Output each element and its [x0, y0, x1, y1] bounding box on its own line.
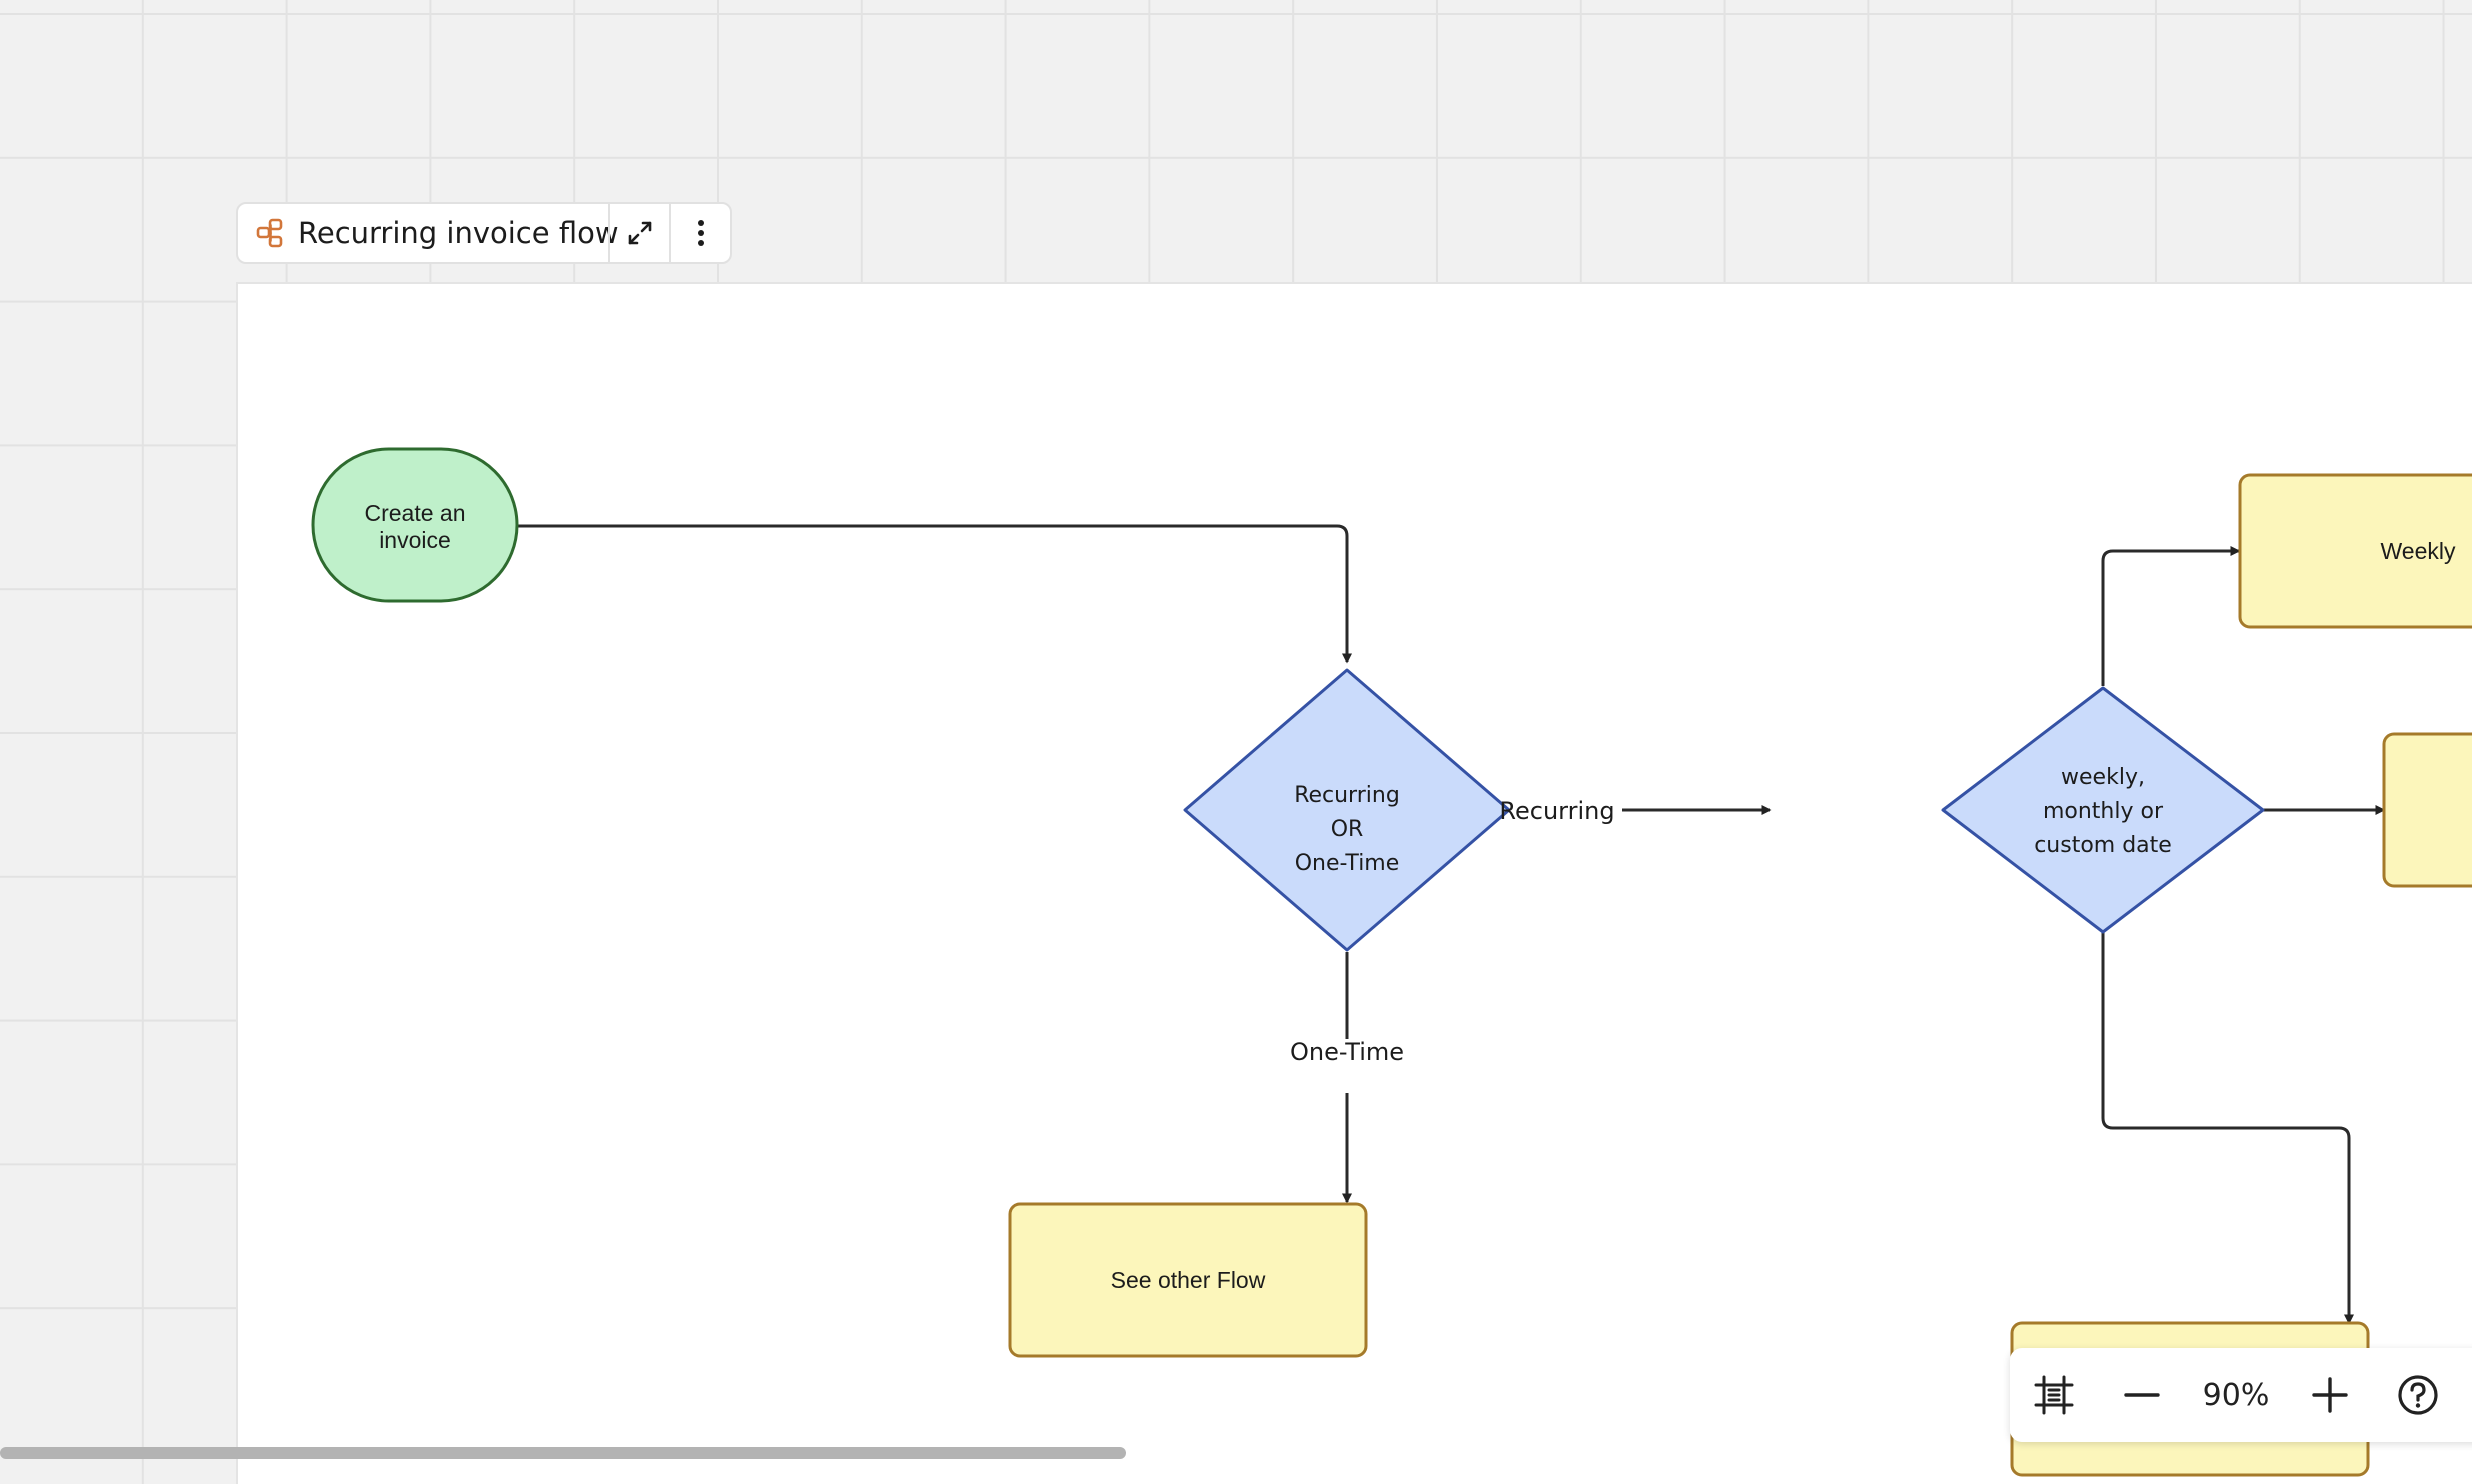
node-other-flow-label: See other Flow: [1111, 1267, 1266, 1293]
zoom-in-icon: [2312, 1377, 2348, 1413]
svg-text:monthly or: monthly or: [2043, 799, 2164, 824]
svg-text:Recurring: Recurring: [1294, 783, 1400, 808]
zoom-level: 90%: [2202, 1377, 2270, 1413]
fit-to-screen-button[interactable]: [2010, 1348, 2098, 1442]
expand-button[interactable]: [608, 204, 669, 262]
node-start-line-1: Create an: [364, 500, 465, 526]
node-start-line-2: invoice: [379, 527, 451, 553]
node-weekly[interactable]: Weekly: [2238, 473, 2472, 629]
connector-to-weekly[interactable]: [2101, 546, 2241, 686]
svg-text:custom date: custom date: [2034, 833, 2172, 858]
edge-label-recurring: Recurring: [1499, 797, 1614, 825]
node-decision1-line-2: OR: [1331, 817, 1364, 842]
fit-to-screen-icon: [2032, 1373, 2076, 1417]
svg-text:Create an: Create an: [364, 500, 465, 526]
svg-text:See other Flow: See other Flow: [1111, 1267, 1266, 1293]
zoom-toolbar: 90%: [2010, 1348, 2472, 1442]
node-decision2-line-3: custom date: [2034, 833, 2172, 858]
more-options-button[interactable]: [669, 204, 730, 262]
zoom-out-button[interactable]: [2098, 1348, 2186, 1442]
node-start[interactable]: Create an invoice: [311, 447, 519, 603]
frame-title-button[interactable]: Recurring invoice flow: [238, 204, 619, 262]
connector-to-custom[interactable]: [2101, 932, 2354, 1325]
flowchart-canvas: Create an invoice Recurring OR One-Time …: [311, 447, 2472, 1477]
node-decision1-line-1: Recurring: [1294, 783, 1400, 808]
svg-text:OR: OR: [1331, 817, 1364, 842]
node-see-other-flow[interactable]: See other Flow: [1008, 1202, 1368, 1358]
node-decision-frequency[interactable]: weekly, monthly or custom date: [1941, 686, 2265, 934]
node-decision2-line-1: weekly,: [2061, 765, 2145, 790]
svg-text:invoice: invoice: [379, 527, 451, 553]
svg-text:Weekly: Weekly: [2381, 538, 2456, 564]
help-icon: [2397, 1374, 2439, 1416]
node-monthly[interactable]: [2382, 732, 2472, 888]
expand-icon: [625, 218, 655, 248]
diagram-frame: Create an invoice Recurring OR One-Time …: [236, 282, 2472, 1484]
svg-text:One-Time: One-Time: [1295, 851, 1400, 876]
zoom-out-icon: [2124, 1377, 2160, 1413]
svg-text:weekly,: weekly,: [2061, 765, 2145, 790]
horizontal-scrollbar[interactable]: [0, 1447, 1126, 1459]
frame-header: Recurring invoice flow: [236, 202, 732, 264]
node-decision1-line-3: One-Time: [1295, 851, 1400, 876]
frame-title: Recurring invoice flow: [298, 216, 619, 250]
help-button[interactable]: [2374, 1348, 2462, 1442]
node-decision-recurring-or-onetime[interactable]: Recurring OR One-Time: [1183, 668, 1511, 952]
connector-start-to-decision[interactable]: [518, 524, 1352, 664]
node-decision2-line-2: monthly or: [2043, 799, 2164, 824]
zoom-in-button[interactable]: [2286, 1348, 2374, 1442]
more-vertical-icon: [696, 218, 706, 248]
node-weekly-label: Weekly: [2381, 538, 2456, 564]
flow-diagram-icon: [256, 218, 284, 248]
edge-label-one-time: One-Time: [1290, 1038, 1404, 1066]
